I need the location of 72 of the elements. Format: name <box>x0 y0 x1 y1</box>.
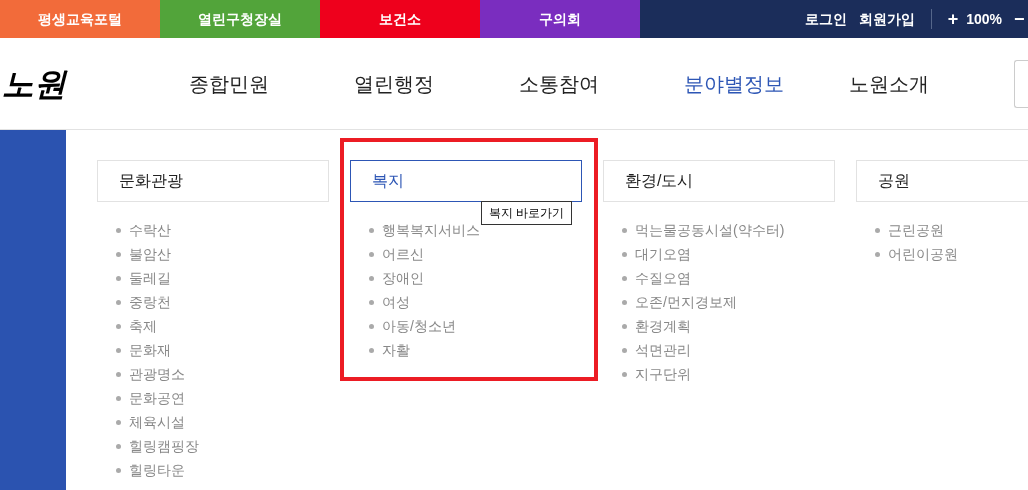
nav-item[interactable]: 소통참여 <box>484 68 649 99</box>
nav-item[interactable]: 분야별정보 <box>649 68 814 99</box>
menu-link[interactable]: 아동/청소년 <box>382 315 456 337</box>
bullet-icon <box>116 275 121 281</box>
bullet-icon <box>369 251 374 257</box>
menu-link[interactable]: 관광명소 <box>129 363 185 385</box>
bullet-icon <box>875 251 880 257</box>
menu-link[interactable]: 여성 <box>382 291 410 313</box>
zoom-out-button[interactable]: − <box>1014 5 1028 33</box>
category-header[interactable]: 문화관광 <box>97 160 329 202</box>
bullet-icon <box>369 347 374 353</box>
menu-link[interactable]: 불암산 <box>129 243 171 265</box>
top-link[interactable]: 보건소 <box>320 0 480 38</box>
bullet-icon <box>116 299 121 305</box>
menu-link[interactable]: 체육시설 <box>129 411 185 433</box>
bullet-icon <box>116 419 121 425</box>
menu-link[interactable]: 행복복지서비스 <box>382 219 480 241</box>
bullet-icon <box>369 323 374 329</box>
nav-item[interactable]: 노원소개 <box>814 68 979 99</box>
menu-link[interactable]: 어린이공원 <box>888 243 958 265</box>
search-field[interactable] <box>1014 59 1028 108</box>
top-link[interactable]: 구의회 <box>480 0 640 38</box>
bullet-icon <box>116 251 121 257</box>
bullet-icon <box>116 395 121 401</box>
bullet-icon <box>622 275 627 281</box>
bullet-icon <box>116 347 121 353</box>
menu-link[interactable]: 힐링타운 <box>129 459 185 481</box>
bullet-icon <box>369 275 374 281</box>
bullet-icon <box>622 347 627 353</box>
bullet-icon <box>116 467 121 473</box>
menu-link[interactable]: 중랑천 <box>129 291 171 313</box>
bullet-icon <box>875 227 880 233</box>
menu-link[interactable]: 오존/먼지경보제 <box>635 291 737 313</box>
bullet-icon <box>622 371 627 377</box>
menu-link[interactable]: 환경계획 <box>635 315 691 337</box>
category-header[interactable]: 공원 <box>856 160 1028 202</box>
zoom-in-button[interactable]: + <box>947 5 959 33</box>
bullet-icon <box>622 299 627 305</box>
account-link[interactable]: 회원가입 <box>858 8 915 30</box>
menu-link[interactable]: 먹는물공동시설(약수터) <box>635 219 785 241</box>
bullet-icon <box>116 227 121 233</box>
menu-link[interactable]: 문화재 <box>129 339 171 361</box>
bullet-icon <box>116 323 121 329</box>
menu-link[interactable]: 장애인 <box>382 267 424 289</box>
menu-link[interactable]: 근린공원 <box>888 219 944 241</box>
menu-link[interactable]: 석면관리 <box>635 339 691 361</box>
bullet-icon <box>622 227 627 233</box>
menu-link[interactable]: 어르신 <box>382 243 424 265</box>
bullet-icon <box>369 227 374 233</box>
category-header[interactable]: 환경/도시 <box>603 160 835 202</box>
menu-link[interactable]: 둘레길 <box>129 267 171 289</box>
bullet-icon <box>622 323 627 329</box>
menu-link[interactable]: 문화공연 <box>129 387 185 409</box>
bullet-icon <box>622 251 627 257</box>
nav-item[interactable]: 열린행정 <box>319 68 484 99</box>
top-link[interactable]: 열린구청장실 <box>160 0 320 38</box>
bullet-icon <box>116 443 121 449</box>
menu-link[interactable]: 힐링캠핑장 <box>129 435 199 457</box>
menu-link[interactable]: 대기오염 <box>635 243 691 265</box>
logo[interactable]: 노원 <box>2 59 66 108</box>
menu-link[interactable]: 수락산 <box>129 219 171 241</box>
tooltip: 복지 바로가기 <box>481 201 573 225</box>
nav-item[interactable]: 종합민원 <box>154 68 319 99</box>
menu-link[interactable]: 자활 <box>382 339 410 361</box>
zoom-level: 100% <box>966 9 1002 29</box>
menu-link[interactable]: 지구단위 <box>635 363 691 385</box>
menu-link[interactable]: 수질오염 <box>635 267 691 289</box>
bullet-icon <box>369 299 374 305</box>
account-link[interactable]: 로그인 <box>804 8 847 30</box>
top-link[interactable]: 평생교육포털 <box>0 0 160 38</box>
bullet-icon <box>116 371 121 377</box>
menu-link[interactable]: 축제 <box>129 315 157 337</box>
